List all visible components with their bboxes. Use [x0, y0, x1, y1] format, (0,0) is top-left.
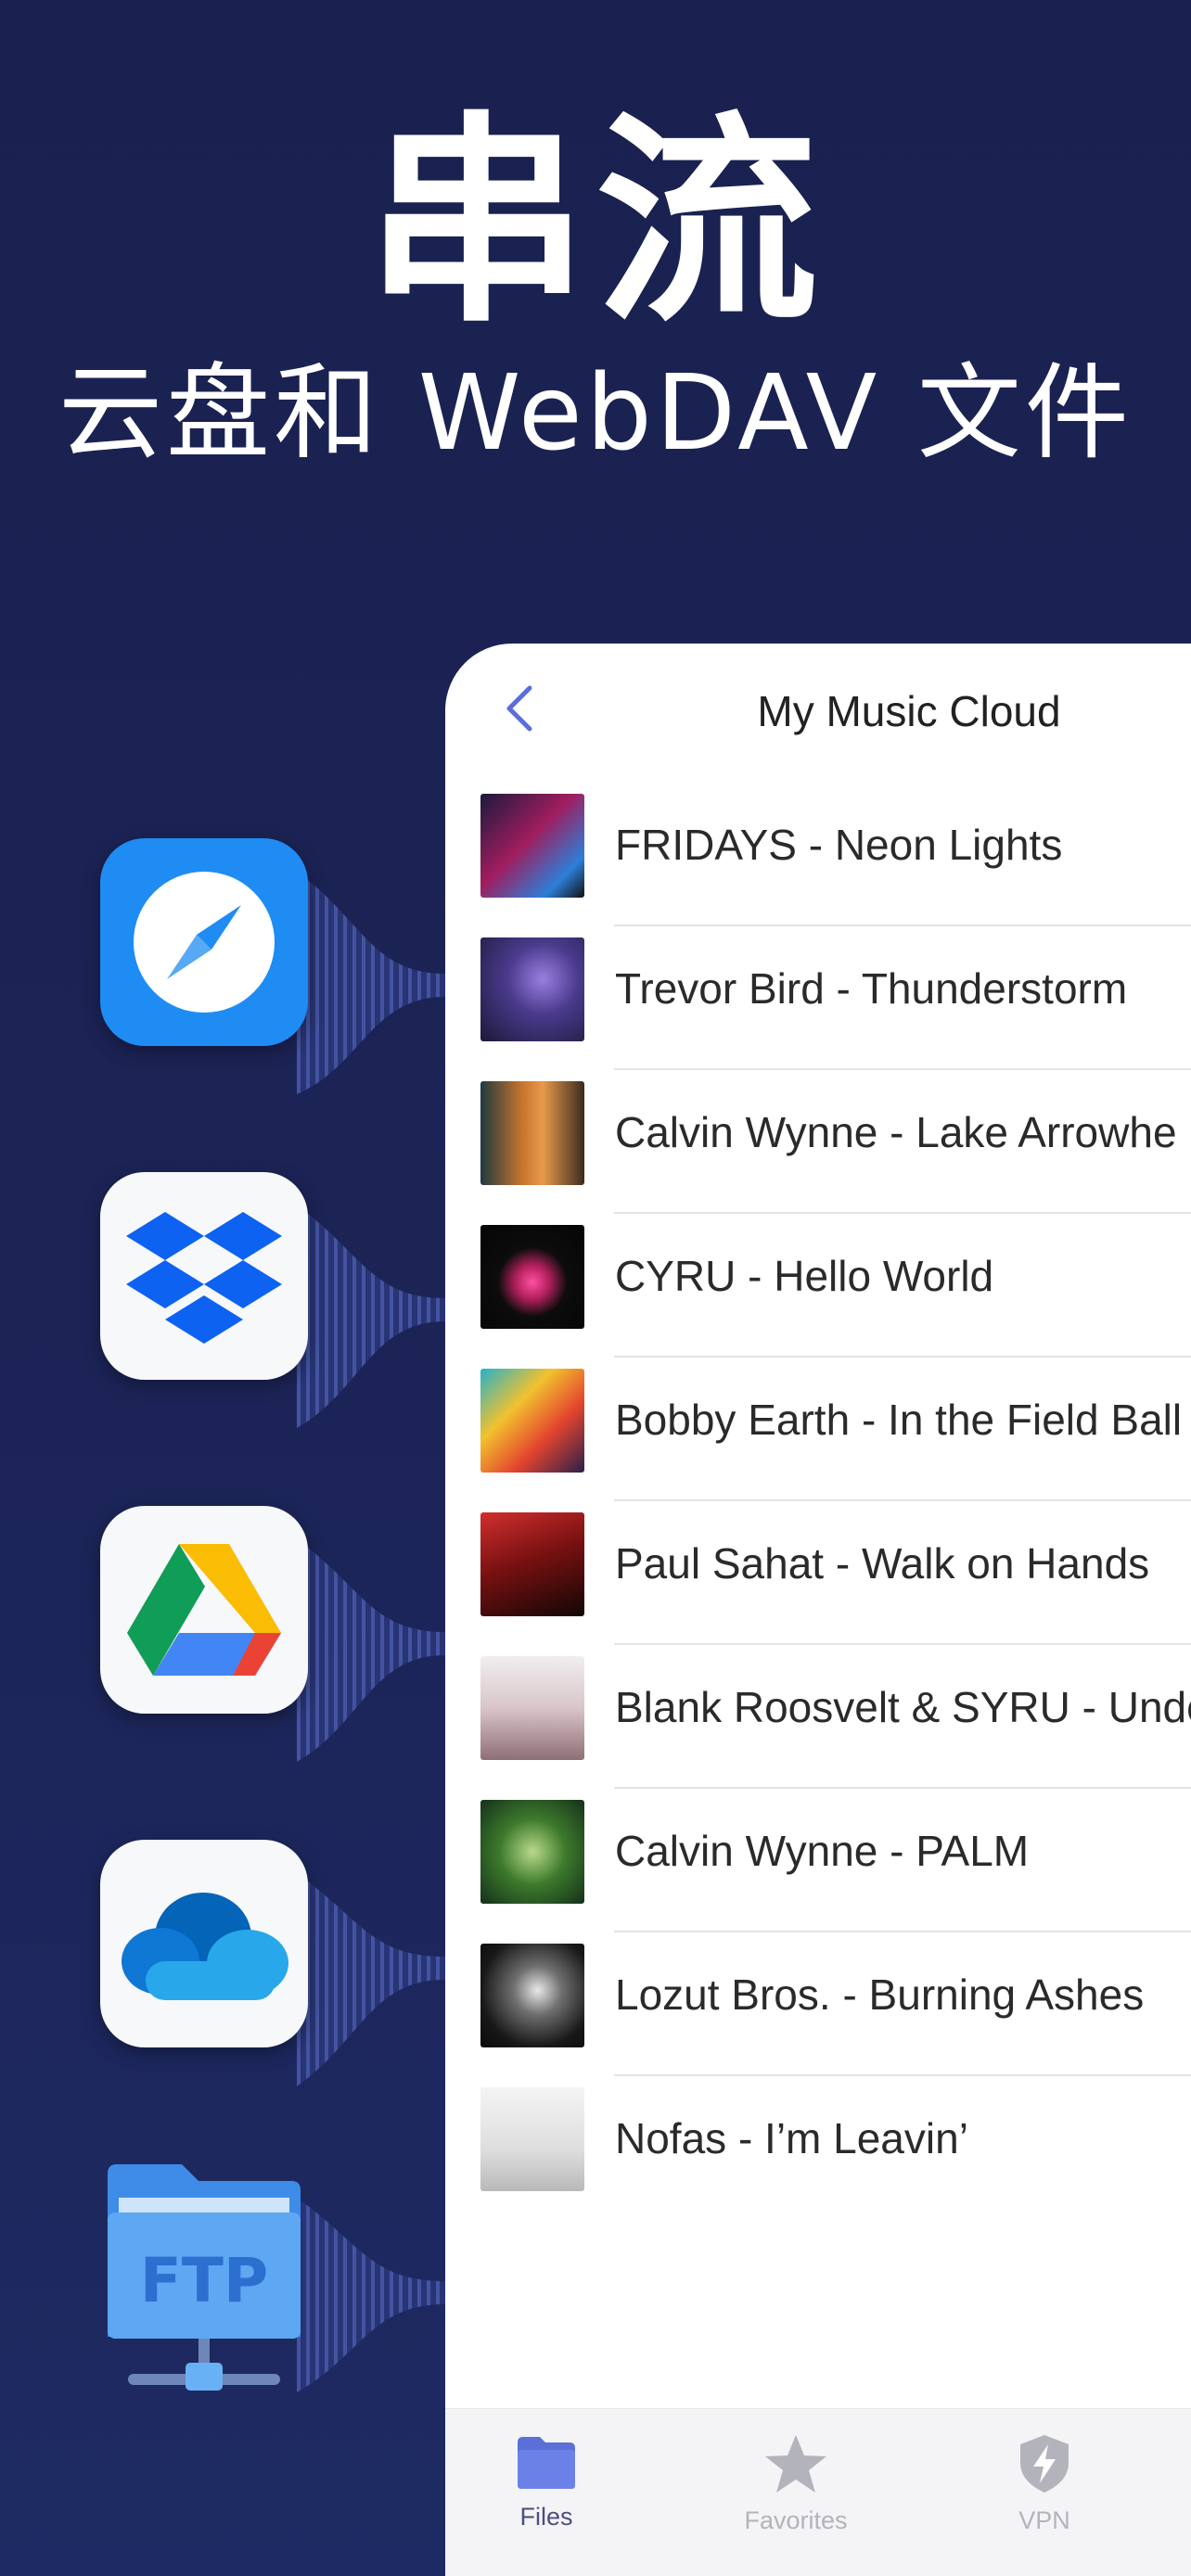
album-art — [480, 1081, 584, 1185]
album-art — [480, 1225, 584, 1329]
track-title: Nofas - I’m Leavin’ — [615, 2114, 968, 2162]
track-row[interactable]: FRIDAYS - Neon Lights — [445, 783, 1191, 926]
tab-files[interactable]: Files — [454, 2433, 639, 2531]
onedrive-icon[interactable] — [100, 1840, 308, 2047]
track-title: Paul Sahat - Walk on Hands — [615, 1539, 1150, 1588]
album-art — [480, 2087, 584, 2191]
tab-files-label: Files — [519, 2503, 573, 2531]
navigation-bar: My Music Cloud — [445, 644, 1191, 783]
dropbox-icon[interactable] — [100, 1172, 308, 1380]
track-title: Blank Roosvelt & SYRU - Unde — [615, 1683, 1191, 1731]
track-row[interactable]: Blank Roosvelt & SYRU - Unde — [445, 1645, 1191, 1789]
back-button[interactable] — [493, 682, 545, 734]
tab-favorites-label: Favorites — [744, 2506, 848, 2534]
shield-bolt-icon — [1020, 2435, 1069, 2493]
page-title: My Music Cloud — [757, 687, 1061, 735]
track-title: Lozut Bros. - Burning Ashes — [615, 1970, 1145, 2019]
tab-favorites[interactable]: Favorites — [703, 2433, 889, 2535]
chevron-left-icon — [506, 685, 532, 732]
star-icon — [765, 2435, 826, 2493]
album-art — [480, 1512, 584, 1616]
track-row[interactable]: Trevor Bird - Thunderstorm — [445, 926, 1191, 1070]
track-list: FRIDAYS - Neon Lights Trevor Bird - Thun… — [445, 783, 1191, 2220]
track-row[interactable]: Bobby Earth - In the Field Ball — [445, 1358, 1191, 1501]
album-art — [480, 1944, 584, 2047]
album-art — [480, 1800, 584, 1904]
track-title: Calvin Wynne - Lake Arrowhe — [615, 1108, 1177, 1156]
album-art — [480, 937, 584, 1041]
tab-vpn[interactable]: VPN — [952, 2433, 1137, 2535]
track-title: CYRU - Hello World — [615, 1252, 994, 1300]
track-title: Bobby Earth - In the Field Ball — [615, 1396, 1183, 1444]
music-browser-panel: My Music Cloud FRIDAYS - Neon Lights Tre… — [445, 644, 1191, 2576]
album-art — [480, 1656, 584, 1760]
track-title: FRIDAYS - Neon Lights — [615, 821, 1063, 869]
google-drive-icon[interactable] — [100, 1506, 308, 1714]
safari-icon[interactable] — [100, 838, 308, 1046]
track-title: Trevor Bird - Thunderstorm — [615, 964, 1128, 1013]
track-row[interactable]: Lozut Bros. - Burning Ashes — [445, 1932, 1191, 2076]
ftp-server-icon[interactable]: FTP — [100, 2161, 308, 2392]
ftp-label: FTP — [140, 2245, 268, 2316]
track-row[interactable]: Calvin Wynne - Lake Arrowhe — [445, 1070, 1191, 1214]
track-row[interactable]: Paul Sahat - Walk on Hands — [445, 1501, 1191, 1645]
track-row[interactable]: Calvin Wynne - PALM — [445, 1789, 1191, 1932]
album-art — [480, 794, 584, 898]
track-row[interactable]: Nofas - I’m Leavin’ — [445, 2076, 1191, 2220]
track-title: Calvin Wynne - PALM — [615, 1827, 1030, 1875]
track-row[interactable]: CYRU - Hello World — [445, 1214, 1191, 1358]
folder-icon — [518, 2437, 575, 2489]
tab-vpn-label: VPN — [1018, 2506, 1070, 2534]
tab-bar: Files Favorites VPN — [445, 2408, 1191, 2576]
album-art — [480, 1369, 584, 1473]
